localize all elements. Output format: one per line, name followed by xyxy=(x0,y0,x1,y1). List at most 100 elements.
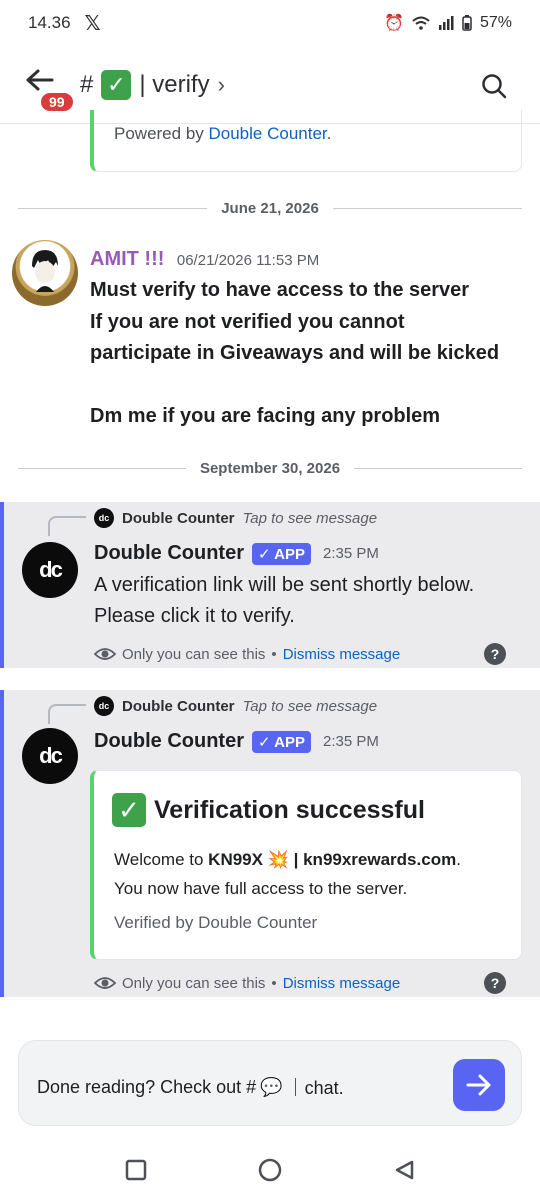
back-icon[interactable] xyxy=(393,1159,415,1181)
message-timestamp: 2:35 PM xyxy=(323,733,379,750)
check-mark-icon: ✓ xyxy=(112,793,146,827)
help-icon[interactable]: ? xyxy=(484,643,506,665)
android-nav-bar xyxy=(0,1140,540,1200)
channel-name: | verify xyxy=(139,71,210,98)
check-mark-icon: ✓ xyxy=(101,70,132,100)
ephemeral-message[interactable]: dc Double Counter Tap to see message dc … xyxy=(0,502,540,668)
reply-preview[interactable]: dc Double Counter Tap to see message xyxy=(94,508,377,528)
embed-line: Welcome to KN99X 💥 | kn99xrewards.com. xyxy=(114,845,514,874)
ephemeral-footer: Only you can see this • Dismiss message xyxy=(94,972,400,994)
channel-title[interactable]: # ✓ | verify › xyxy=(80,70,225,100)
status-bar: 14.36 𝕏 ⏰ 57% xyxy=(0,0,540,46)
server-site: | kn99xrewards.com xyxy=(293,850,457,869)
signal-icon xyxy=(438,16,454,30)
recents-icon[interactable] xyxy=(125,1159,147,1181)
message-line: Dm me if you are facing any problem xyxy=(90,405,441,427)
reply-connector xyxy=(48,704,86,724)
channel-hash: # xyxy=(80,71,94,98)
embed-line: You now have full access to the server. xyxy=(114,879,408,898)
bot-avatar[interactable]: dc xyxy=(22,542,78,598)
alarm-icon: ⏰ xyxy=(384,15,404,32)
welcome-text: Welcome to xyxy=(114,850,209,869)
home-icon[interactable] xyxy=(257,1157,283,1183)
eye-icon xyxy=(94,648,116,660)
search-icon[interactable] xyxy=(480,72,508,100)
message-line: participate in Giveaways and will be kic… xyxy=(90,342,500,364)
chevron-right-icon: › xyxy=(217,72,225,97)
powered-prefix: Powered by xyxy=(114,124,209,143)
speech-bubble-icon: 💬 xyxy=(260,1076,283,1097)
eye-icon xyxy=(94,977,116,989)
embed-description: Welcome to KN99X 💥 | kn99xrewards.com. Y… xyxy=(114,845,514,903)
server-name: KN99X xyxy=(208,850,263,869)
message-timestamp: 2:35 PM xyxy=(323,545,379,562)
site-end: . xyxy=(456,850,461,869)
send-button[interactable] xyxy=(453,1059,505,1111)
battery-icon xyxy=(462,15,472,31)
reply-preview[interactable]: dc Double Counter Tap to see message xyxy=(94,696,377,716)
chat-composer[interactable]: Done reading? Check out # 💬 ｜chat. xyxy=(18,1040,522,1126)
arrow-right-icon xyxy=(466,1074,491,1096)
message-timestamp: 06/21/2026 11:53 PM xyxy=(176,252,320,269)
previous-embed: Powered by Double Counter. xyxy=(90,110,522,172)
dismiss-link[interactable]: Dismiss message xyxy=(283,646,401,663)
embed-footer: Verified by Double Counter xyxy=(114,913,318,932)
message-amit: AMIT !!! 06/21/2026 11:53 PM Must verify… xyxy=(90,248,530,433)
composer-prefix: Done reading? Check out # xyxy=(37,1076,257,1097)
composer-prompt[interactable]: Done reading? Check out # 💬 ｜chat. xyxy=(37,1074,344,1100)
powered-by-text: Powered by Double Counter. xyxy=(114,124,331,144)
dot-separator: • xyxy=(271,974,277,992)
reply-avatar: dc xyxy=(94,696,114,716)
message-body: A verification link will be sent shortly… xyxy=(94,570,534,632)
message-line: If you are not verified you cannot xyxy=(90,310,405,333)
bot-avatar[interactable]: dc xyxy=(22,728,78,784)
status-time: 14.36 xyxy=(28,13,71,32)
divider-line xyxy=(354,467,522,469)
battery-percent: 57% xyxy=(479,14,512,31)
dismiss-link[interactable]: Dismiss message xyxy=(283,975,401,992)
powered-link[interactable]: Double Counter xyxy=(209,124,327,143)
verification-embed: ✓ Verification successful Welcome to KN9… xyxy=(90,770,522,960)
date-divider: September 30, 2026 xyxy=(18,458,522,478)
reply-connector xyxy=(48,516,86,536)
message-line: Please click it to verify. xyxy=(94,605,295,627)
reply-hint: Tap to see message xyxy=(242,509,378,527)
x-app-icon: 𝕏 xyxy=(84,12,101,35)
date-divider: June 21, 2026 xyxy=(18,198,523,218)
app-tag: ✓ APP xyxy=(252,730,312,753)
dot-separator: • xyxy=(271,645,277,663)
username[interactable]: AMIT !!! xyxy=(90,248,164,270)
message-header: Double Counter ✓ APP 2:35 PM xyxy=(94,730,379,753)
unread-badge: 99 xyxy=(38,90,76,114)
message-line: A verification link will be sent shortly… xyxy=(94,574,475,596)
reply-author: Double Counter xyxy=(122,509,235,527)
explosion-emoji: 💥 xyxy=(267,850,289,869)
embed-title: ✓ Verification successful xyxy=(112,793,425,827)
user-avatar[interactable] xyxy=(12,240,78,306)
bot-name[interactable]: Double Counter xyxy=(94,730,244,753)
status-icons: ⏰ 57% xyxy=(384,13,512,33)
message-line: Must verify to have access to the server xyxy=(90,279,470,301)
reply-author: Double Counter xyxy=(122,697,235,715)
composer-suffix: ｜chat. xyxy=(286,1078,344,1098)
powered-suffix: . xyxy=(326,124,332,143)
divider-line xyxy=(18,467,186,469)
wifi-icon xyxy=(412,16,430,30)
date-divider-label: September 30, 2026 xyxy=(199,459,341,477)
app-tag: ✓ APP xyxy=(252,542,312,565)
reply-avatar: dc xyxy=(94,508,114,528)
help-icon[interactable]: ? xyxy=(484,972,506,994)
date-divider-label: June 21, 2026 xyxy=(221,199,319,217)
only-you-text: Only you can see this xyxy=(122,645,266,663)
reply-hint: Tap to see message xyxy=(242,697,378,715)
divider-line xyxy=(332,207,523,209)
only-you-text: Only you can see this xyxy=(122,974,266,992)
bot-name[interactable]: Double Counter xyxy=(94,542,244,565)
message-body: Must verify to have access to the server… xyxy=(90,275,530,433)
divider-line xyxy=(18,207,208,209)
message-header: Double Counter ✓ APP 2:35 PM xyxy=(94,542,379,565)
embed-title-text: Verification successful xyxy=(154,795,425,824)
ephemeral-footer: Only you can see this • Dismiss message xyxy=(94,643,400,665)
avatar-illustration xyxy=(32,250,58,292)
